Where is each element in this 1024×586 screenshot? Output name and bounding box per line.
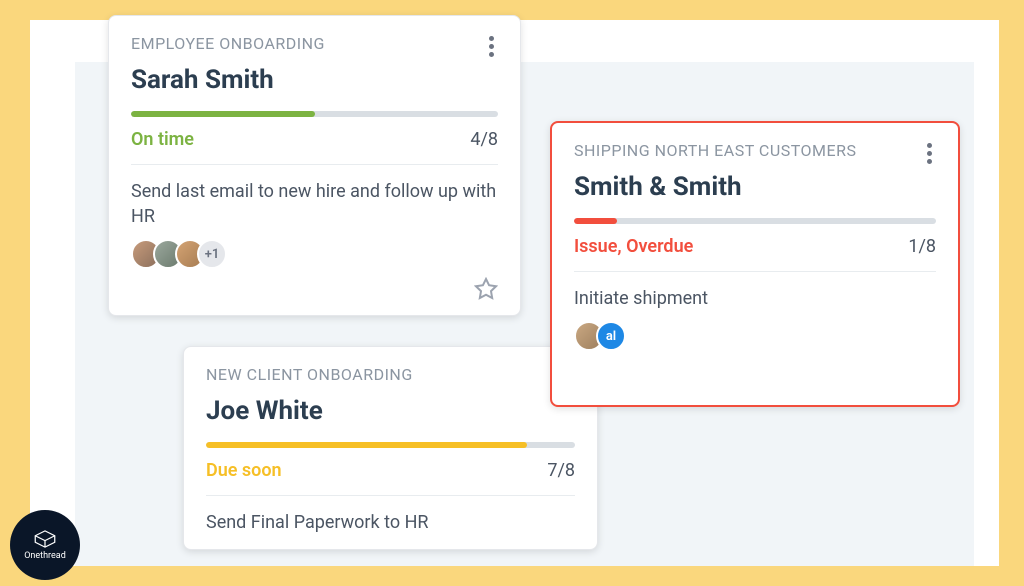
white-canvas: EMPLOYEE ONBOARDING Sarah Smith On time … (30, 20, 999, 566)
progress-bar (206, 442, 575, 448)
card-new-client-onboarding[interactable]: NEW CLIENT ONBOARDING Joe White Due soon… (183, 346, 598, 550)
progress-bar (574, 218, 936, 224)
task-text: Send last email to new hire and follow u… (131, 179, 498, 229)
onethread-logo: Onethread (10, 510, 80, 580)
card-header: SHIPPING NORTH EAST CUSTOMERS (574, 141, 936, 166)
logo-text: Onethread (24, 551, 66, 561)
card-employee-onboarding[interactable]: EMPLOYEE ONBOARDING Sarah Smith On time … (108, 15, 521, 316)
status-row: Issue, Overdue 1/8 (574, 236, 936, 272)
task-text: Send Final Paperwork to HR (206, 510, 575, 535)
category-label: EMPLOYEE ONBOARDING (131, 34, 325, 53)
logo-icon (32, 529, 58, 549)
progress-count: 1/8 (908, 236, 936, 257)
card-shipping-north-east[interactable]: SHIPPING NORTH EAST CUSTOMERS Smith & Sm… (550, 121, 960, 407)
status-label: On time (131, 129, 194, 150)
task-text: Initiate shipment (574, 286, 936, 311)
card-title: Smith & Smith (574, 172, 936, 202)
star-row (131, 277, 498, 301)
category-label: SHIPPING NORTH EAST CUSTOMERS (574, 141, 856, 160)
card-header: EMPLOYEE ONBOARDING (131, 34, 498, 59)
star-icon[interactable] (474, 277, 498, 301)
progress-fill (206, 442, 527, 448)
avatar-more[interactable]: +1 (197, 239, 227, 269)
card-title: Joe White (206, 396, 575, 426)
avatar-badge[interactable]: al (596, 321, 626, 351)
more-icon[interactable] (923, 141, 936, 166)
more-icon[interactable] (485, 34, 498, 59)
status-row: On time 4/8 (131, 129, 498, 165)
status-label: Due soon (206, 460, 282, 481)
avatar-group: al (574, 321, 936, 351)
progress-fill (131, 111, 315, 117)
progress-count: 4/8 (470, 129, 498, 150)
status-label: Issue, Overdue (574, 236, 693, 257)
category-label: NEW CLIENT ONBOARDING (206, 365, 413, 384)
progress-count: 7/8 (547, 460, 575, 481)
avatar-group: +1 (131, 239, 498, 269)
progress-fill (574, 218, 617, 224)
card-title: Sarah Smith (131, 65, 498, 95)
progress-bar (131, 111, 498, 117)
card-header: NEW CLIENT ONBOARDING (206, 365, 575, 390)
status-row: Due soon 7/8 (206, 460, 575, 496)
